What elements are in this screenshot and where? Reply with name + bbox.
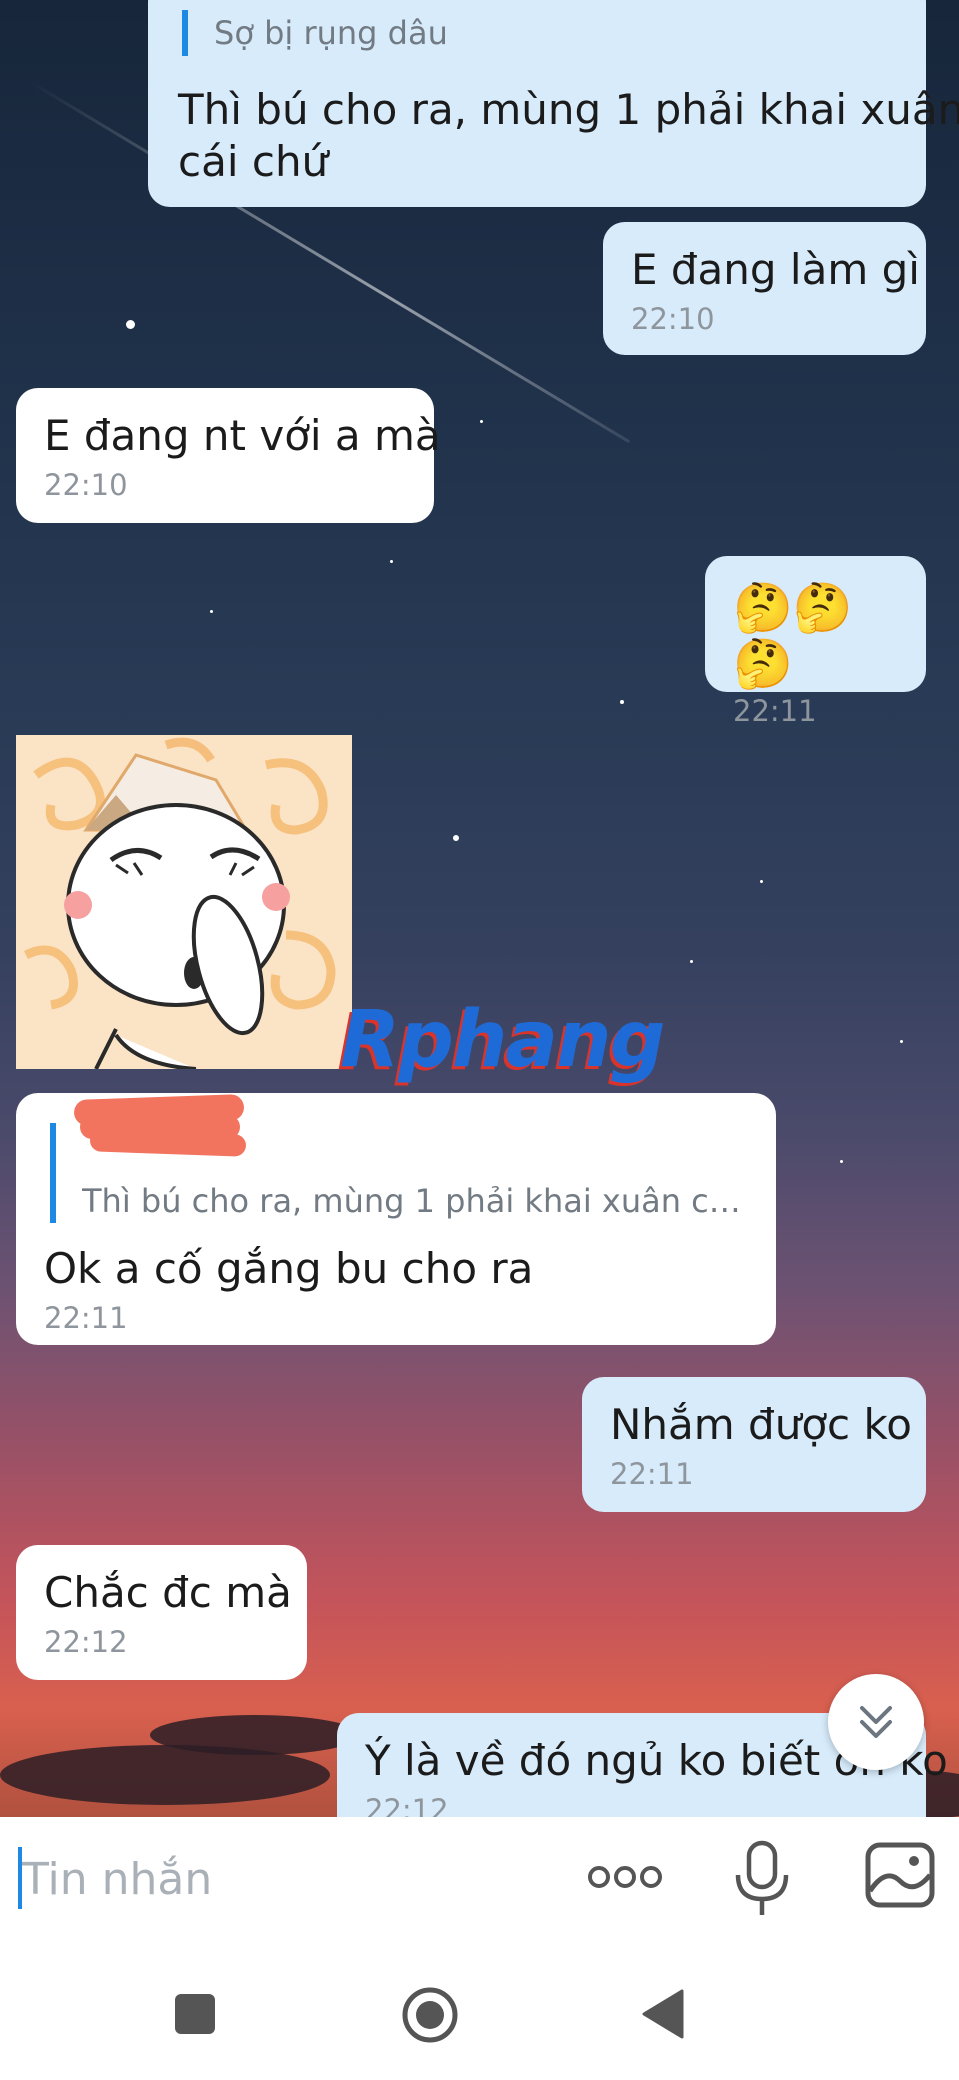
microphone-button[interactable] (730, 1837, 794, 1921)
message-bubble-outgoing[interactable]: 🤔🤔🤔 22:11 (705, 556, 926, 728)
message-text: E đang làm gì (631, 245, 920, 294)
microphone-icon (735, 1840, 789, 1915)
system-navigation-bar (0, 1957, 959, 2080)
home-button[interactable] (400, 1985, 460, 2045)
chevron-double-down-icon (860, 1706, 892, 1738)
message-text: cái chứ (178, 137, 329, 186)
star (620, 700, 624, 704)
message-composer (0, 1817, 959, 1957)
image-icon (865, 1842, 935, 1908)
message-text: Thì bú cho ra, mùng 1 phải khai xuân (178, 85, 959, 134)
star (210, 610, 213, 613)
message-time: 22:10 (631, 302, 715, 336)
message-bubble-incoming[interactable]: Chắc đc mà 22:12 (16, 1545, 307, 1680)
star (760, 880, 763, 883)
star (840, 1160, 843, 1163)
reply-quote: Sợ bị rụng dâu (182, 10, 896, 56)
triangle-back-icon (642, 1989, 684, 2039)
message-time: 22:12 (44, 1625, 128, 1659)
watermark-logo: Rphang (340, 995, 665, 1085)
back-button[interactable] (640, 1989, 686, 2039)
message-time: 22:11 (733, 694, 817, 728)
sticker-image[interactable] (16, 735, 352, 1069)
message-input[interactable] (20, 1845, 544, 1913)
message-bubble-incoming[interactable]: E đang nt với a mà 22:10 (16, 388, 441, 523)
message-time: 22:11 (610, 1457, 694, 1491)
cloud-decoration (0, 1745, 330, 1805)
message-bubble-outgoing[interactable]: E đang làm gì 22:10 (603, 222, 926, 355)
star (480, 420, 483, 423)
scroll-to-bottom-button[interactable] (828, 1674, 924, 1770)
message-time: 22:10 (44, 468, 128, 502)
message-bubble-outgoing[interactable]: Nhắm được ko 22:11 (582, 1377, 926, 1512)
message-text: Ý là về đó ngủ ko biết ổn ko (365, 1736, 948, 1785)
star (900, 1040, 903, 1043)
quoted-text: Sợ bị rụng dâu (214, 14, 448, 52)
star (126, 320, 135, 329)
star (453, 835, 459, 841)
message-time: 22:12 (365, 1793, 449, 1817)
star (390, 560, 393, 563)
gallery-button[interactable] (864, 1839, 936, 1911)
message-time: 22:11 (44, 1301, 128, 1335)
more-button[interactable] (585, 1847, 665, 1907)
star (690, 960, 693, 963)
square-icon (175, 1994, 215, 2034)
quoted-text: Thì bú cho ra, mùng 1 phải khai xuân cái… (82, 1182, 748, 1220)
recents-button[interactable] (174, 1993, 216, 2035)
thinking-emoji: 🤔🤔🤔 (733, 580, 853, 692)
message-bubble-outgoing[interactable]: Sợ bị rụng dâu Thì bú cho ra, mùng 1 phả… (148, 0, 959, 207)
message-text: Nhắm được ko (610, 1400, 912, 1449)
circle-icon (402, 1987, 458, 2043)
message-text: Ok a cố gắng bu cho ra (44, 1244, 534, 1293)
message-text: E đang nt với a mà (44, 411, 441, 460)
message-text: Chắc đc mà (44, 1568, 292, 1617)
chat-area[interactable]: Sợ bị rụng dâu Thì bú cho ra, mùng 1 phả… (0, 0, 959, 1817)
thinking-character-sticker (23, 737, 336, 1069)
more-icon (588, 1866, 662, 1888)
